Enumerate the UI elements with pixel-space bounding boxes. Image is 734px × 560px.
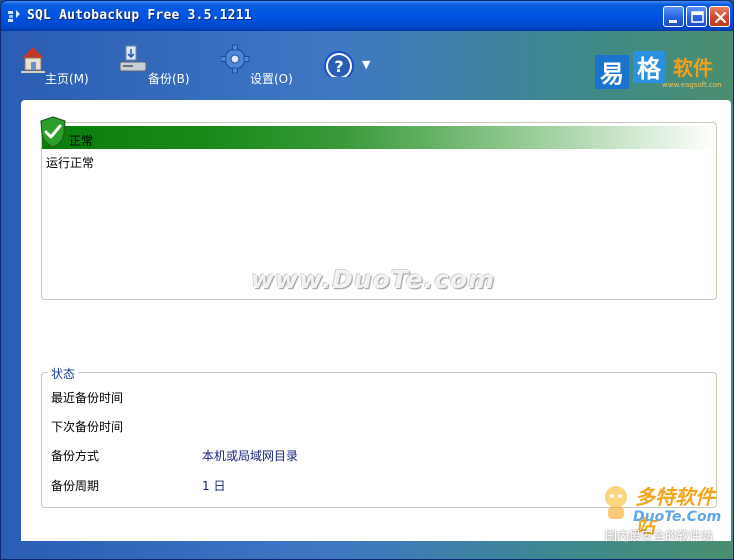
info-value: 本机或局域网目录 bbox=[202, 449, 299, 463]
shield-check-icon bbox=[40, 116, 66, 148]
app-window: SQL Autobackup Free 3.5.1211 主页(M) 备份(B)… bbox=[0, 0, 734, 560]
info-key: 备份方式 bbox=[51, 449, 100, 463]
info-row: 下次备份时间 bbox=[51, 418, 691, 434]
backup-icon bbox=[119, 45, 147, 72]
info-row: 备份方式 本机或局域网目录 bbox=[51, 447, 691, 463]
status-message: 运行正常 bbox=[46, 156, 95, 170]
status-title: 正常 bbox=[69, 134, 94, 148]
corner-watermark-logo: 多特软件站 DuoTe.Com 国内最安全的软件站 bbox=[597, 481, 731, 545]
watermark: www.DuoTe.com bbox=[251, 265, 496, 294]
maximize-icon bbox=[691, 11, 704, 23]
window-title: SQL Autobackup Free 3.5.1211 bbox=[27, 8, 252, 23]
status-header bbox=[42, 126, 716, 149]
main-panel: 正常 运行正常 www.DuoTe.com 状态 最近备份时间 下次备份时间 备… bbox=[21, 100, 731, 541]
maximize-button[interactable] bbox=[686, 6, 707, 27]
corner-line3: 国内最安全的软件站 bbox=[605, 529, 714, 543]
brand-logo: 易 格 软件 www.eagsoft.com bbox=[595, 51, 721, 89]
brand-url: www.eagsoft.com bbox=[662, 81, 721, 89]
settings-button[interactable]: 设置(O) bbox=[221, 43, 293, 86]
close-icon bbox=[714, 11, 727, 24]
settings-label: 设置(O) bbox=[250, 72, 293, 86]
info-key: 下次备份时间 bbox=[51, 420, 124, 434]
gear-icon bbox=[221, 44, 250, 74]
app-icon bbox=[8, 10, 20, 22]
mascot-icon bbox=[605, 486, 627, 519]
home-label: 主页(M) bbox=[45, 72, 89, 86]
corner-line2: DuoTe.Com bbox=[633, 509, 722, 525]
info-key: 备份周期 bbox=[51, 479, 100, 493]
backup-label: 备份(B) bbox=[148, 72, 190, 86]
help-button[interactable]: ? ▼ bbox=[322, 43, 378, 85]
home-button[interactable]: 主页(M) bbox=[19, 43, 91, 86]
minimize-button[interactable] bbox=[663, 6, 684, 27]
info-key: 最近备份时间 bbox=[51, 391, 124, 405]
minimize-icon bbox=[669, 20, 677, 23]
help-dropdown-icon[interactable]: ▼ bbox=[362, 58, 370, 71]
brand-text-b: 格 bbox=[637, 55, 662, 83]
info-value: 1 日 bbox=[202, 479, 226, 493]
brand-text-c: 软件 bbox=[673, 56, 713, 80]
info-legend: 状态 bbox=[48, 365, 79, 382]
svg-text:?: ? bbox=[334, 57, 343, 76]
info-row: 备份周期 1 日 bbox=[51, 477, 691, 493]
title-bar[interactable]: SQL Autobackup Free 3.5.1211 bbox=[1, 1, 733, 31]
close-button[interactable] bbox=[709, 6, 730, 27]
backup-button[interactable]: 备份(B) bbox=[118, 43, 193, 86]
info-row: 最近备份时间 bbox=[51, 389, 691, 405]
brand-text-a: 易 bbox=[600, 60, 624, 88]
help-icon: ? bbox=[324, 51, 354, 77]
